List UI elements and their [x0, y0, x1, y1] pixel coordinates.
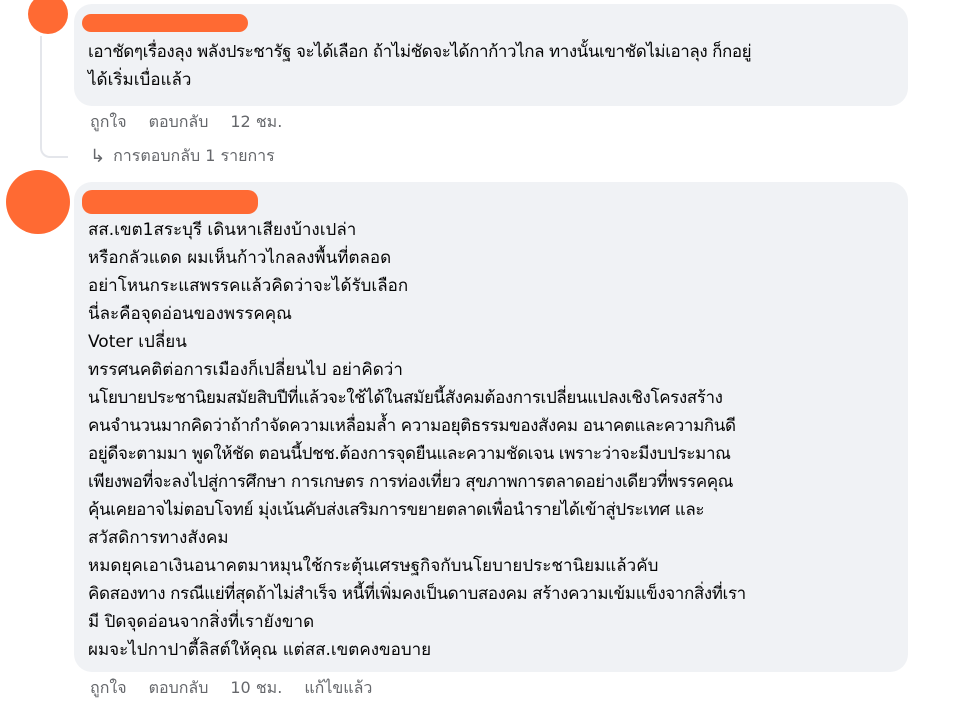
comment-actions: ถูกใจ ตอบกลับ 10 ชม. แก้ไขแล้ว [90, 676, 394, 701]
comment-text-line: ผมจะไปกาปาตี้ลิสต์ให้คุณ แต่สส.เขตคงขอบา… [88, 640, 432, 660]
comment-actions: ถูกใจ ตอบกลับ 12 ชม. [90, 110, 304, 135]
comment-text-line: คนจำนวนมากคิดว่าถ้ากำจัดความเหลื่อมล้ำ ค… [88, 416, 736, 436]
like-link[interactable]: ถูกใจ [90, 676, 127, 701]
timestamp[interactable]: 12 ชม. [230, 110, 282, 135]
comment-text-line: นี่ละคือจุดอ่อนของพรรคคุณ [88, 304, 292, 324]
comment-text-line: สส.เขต1สระบุรี เดินหาเสียงบ้างเปล่า [88, 220, 357, 240]
timestamp[interactable]: 10 ชม. [230, 676, 282, 701]
reply-link[interactable]: ตอบกลับ [149, 676, 209, 701]
author-name-redacted[interactable] [82, 14, 248, 32]
comment-text-line: Voter เปลี่ยน [88, 332, 187, 352]
comment-text-line: มี ปิดจุดอ่อนจากสิ่งที่เรายังขาด [88, 612, 315, 632]
comment-text-line: ทรรศนคติต่อการเมืองก็เปลี่ยนไป อย่าคิดว่… [88, 360, 403, 380]
comment-text-line: อย่าโหนกระแสพรรคแล้วคิดว่าจะได้รับเลือก [88, 276, 409, 296]
replies-count-label: การตอบกลับ 1 รายการ [113, 146, 275, 165]
comment-text-line: คุ้นเคยอาจไม่ตอบโจทย์ มุ่งเน้นคับส่งเสริ… [88, 500, 705, 520]
avatar[interactable] [6, 170, 70, 234]
avatar[interactable] [28, 0, 68, 34]
comment-bubble: สส.เขต1สระบุรี เดินหาเสียงบ้างเปล่า หรือ… [74, 182, 908, 672]
comment-text-line: นโยบายประชานิยมสมัยสิบปีที่แล้วจะใช้ได้ใ… [88, 388, 723, 408]
like-link[interactable]: ถูกใจ [90, 110, 127, 135]
comment-text-line: หมดยุคเอาเงินอนาคตมาหมุนใช้กระตุ้นเศรษฐก… [88, 556, 659, 576]
view-replies-link[interactable]: ↳ การตอบกลับ 1 รายการ [90, 144, 275, 169]
edited-label: แก้ไขแล้ว [304, 678, 373, 697]
comment-text-line: เพียงพอที่จะลงไปสู่การศึกษา การเกษตร การ… [88, 472, 734, 492]
comment-text-line: เอาชัดๆเรื่องลุง พลังประชารัฐ จะได้เลือก… [88, 42, 752, 62]
comment-bubble: เอาชัดๆเรื่องลุง พลังประชารัฐ จะได้เลือก… [74, 4, 908, 106]
author-name-redacted[interactable] [82, 190, 258, 214]
comment-text-line: สวัสดิการทางสังคม [88, 528, 229, 548]
thread-line [40, 36, 42, 142]
comment-text-line: อยู่ดีจะตามมา พูดให้ชัด ตอนนี้ปชช.ต้องกา… [88, 444, 731, 464]
reply-link[interactable]: ตอบกลับ [149, 110, 209, 135]
reply-arrow-icon: ↳ [90, 146, 106, 167]
thread-connector [40, 138, 68, 158]
comment-text-line: หรือกลัวแดด ผมเห็นก้าวไกลลงพื้นที่ตลอด [88, 248, 392, 268]
comment-text-line: ได้เริ่มเบื่อแล้ว [88, 70, 192, 90]
comment-text-line: คิดสองทาง กรณีแย่ที่สุดถ้าไม่สำเร็จ หนี้… [88, 584, 746, 604]
